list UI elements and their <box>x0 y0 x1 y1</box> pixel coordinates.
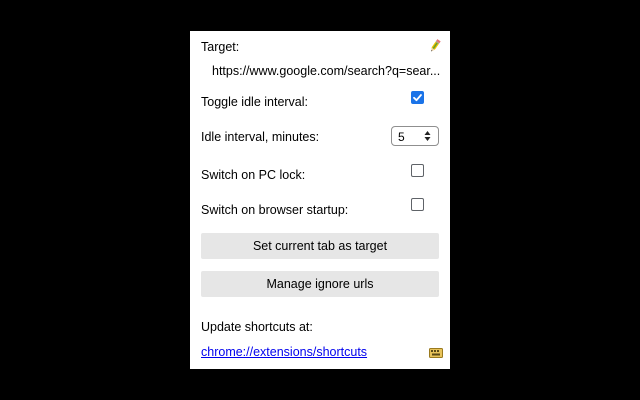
idle-interval-label: Idle interval, minutes: <box>201 130 320 144</box>
switch-pc-lock-label: Switch on PC lock: <box>201 168 306 182</box>
switch-startup-checkbox[interactable] <box>411 198 424 211</box>
set-current-tab-button[interactable]: Set current tab as target <box>201 233 439 259</box>
switch-pc-lock-checkbox[interactable] <box>411 164 424 177</box>
keyboard-icon <box>429 347 443 358</box>
manage-ignore-urls-button[interactable]: Manage ignore urls <box>201 271 439 297</box>
target-url: https://www.google.com/search?q=sear... <box>212 64 441 78</box>
idle-interval-select[interactable]: 5 <box>391 126 439 146</box>
toggle-idle-checkbox[interactable] <box>411 91 424 104</box>
check-icon <box>413 94 422 102</box>
pencil-icon[interactable] <box>428 39 442 53</box>
switch-startup-label: Switch on browser startup: <box>201 203 349 217</box>
toggle-idle-label: Toggle idle interval: <box>201 95 309 109</box>
idle-interval-value: 5 <box>398 130 405 144</box>
extension-popup: Target: https://www.google.com/search?q=… <box>190 31 450 369</box>
select-arrows-icon <box>424 129 431 146</box>
update-shortcuts-label: Update shortcuts at: <box>201 320 313 334</box>
shortcuts-link[interactable]: chrome://extensions/shortcuts <box>201 345 367 359</box>
target-label: Target: <box>201 40 240 54</box>
